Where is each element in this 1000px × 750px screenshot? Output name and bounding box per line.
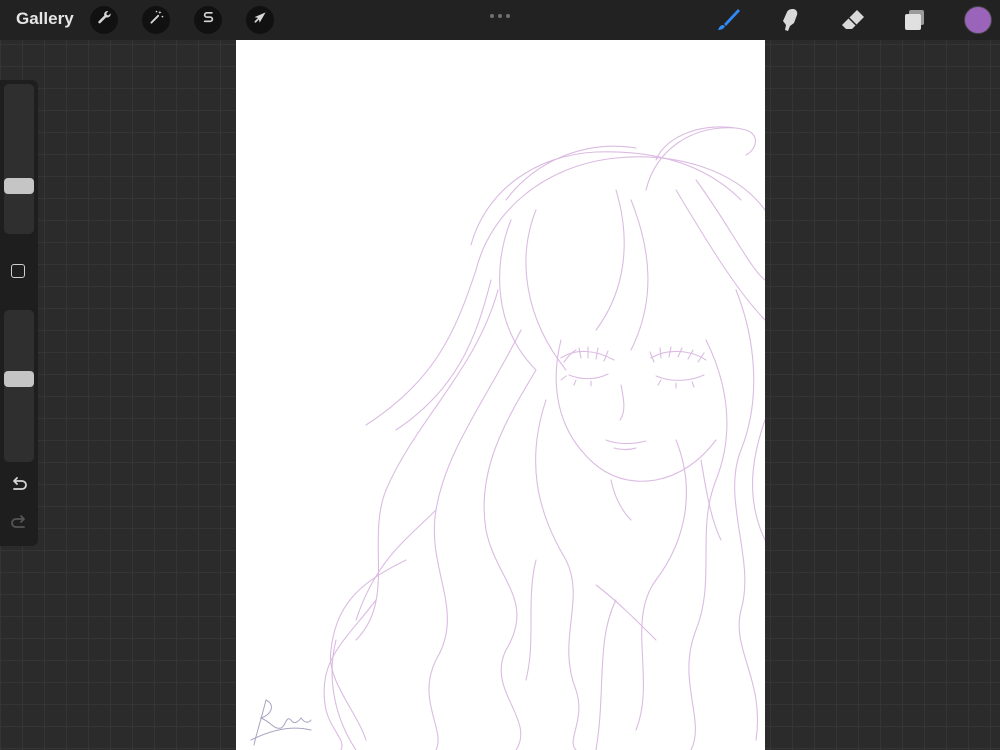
brush-icon <box>712 9 742 39</box>
smudge-icon <box>775 9 805 39</box>
magic-wand-icon <box>148 9 165 31</box>
actions-button[interactable] <box>90 6 118 34</box>
layers-button[interactable] <box>900 5 930 35</box>
redo-button[interactable] <box>9 513 29 533</box>
arrow-cursor-icon <box>252 9 269 31</box>
opacity-slider[interactable] <box>4 310 34 462</box>
opacity-thumb[interactable] <box>4 371 34 387</box>
transform-button[interactable] <box>246 6 274 34</box>
drag-handle-dots[interactable] <box>489 6 511 24</box>
undo-icon <box>9 477 29 499</box>
gallery-button[interactable]: Gallery <box>16 9 74 29</box>
color-picker-button[interactable] <box>964 6 992 34</box>
wrench-icon <box>96 9 113 31</box>
redo-icon <box>9 515 29 537</box>
selection-s-icon <box>200 9 217 31</box>
selection-button[interactable] <box>194 6 222 34</box>
adjustments-button[interactable] <box>142 6 170 34</box>
top-toolbar: Gallery <box>0 0 1000 40</box>
eraser-icon <box>838 10 868 39</box>
sketch-artwork <box>250 126 765 750</box>
artist-signature <box>250 699 312 746</box>
brush-size-thumb[interactable] <box>4 178 34 194</box>
modify-button[interactable] <box>11 264 25 278</box>
left-sidebar <box>0 80 38 546</box>
eraser-tool-button[interactable] <box>838 5 868 35</box>
layers-icon <box>900 10 930 39</box>
drawing-canvas[interactable] <box>236 40 765 750</box>
brush-size-slider[interactable] <box>4 84 34 234</box>
smudge-tool-button[interactable] <box>775 5 805 35</box>
brush-tool-button[interactable] <box>712 5 742 35</box>
undo-button[interactable] <box>9 475 29 495</box>
